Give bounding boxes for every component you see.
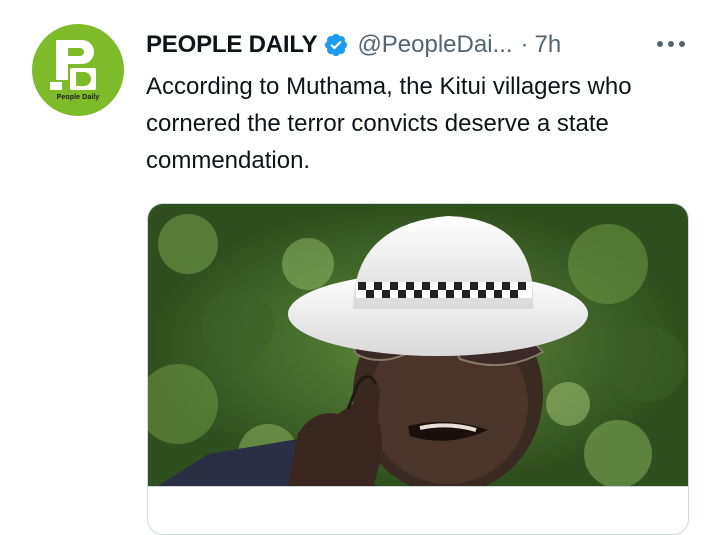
tweet-timestamp[interactable]: 7h [535,31,562,59]
author-avatar[interactable]: People Daily [32,24,124,116]
author-handle[interactable]: @PeopleDai... [357,31,512,59]
card-divider [148,486,688,487]
tweet-text: According to Muthama, the Kitui villager… [146,73,632,174]
link-card[interactable] [147,203,689,535]
avatar-brand-text: People Daily [56,94,100,101]
more-options-button[interactable] [653,30,689,58]
people-daily-logo [50,40,96,90]
meta-separator: · [520,31,529,58]
more-options-icon [657,41,685,47]
card-image[interactable] [148,204,688,486]
tweet-header: PEOPLE DAILY @PeopleDai... · 7h [146,28,679,62]
author-display-name[interactable]: PEOPLE DAILY [146,31,318,59]
verified-badge-icon [325,33,348,57]
